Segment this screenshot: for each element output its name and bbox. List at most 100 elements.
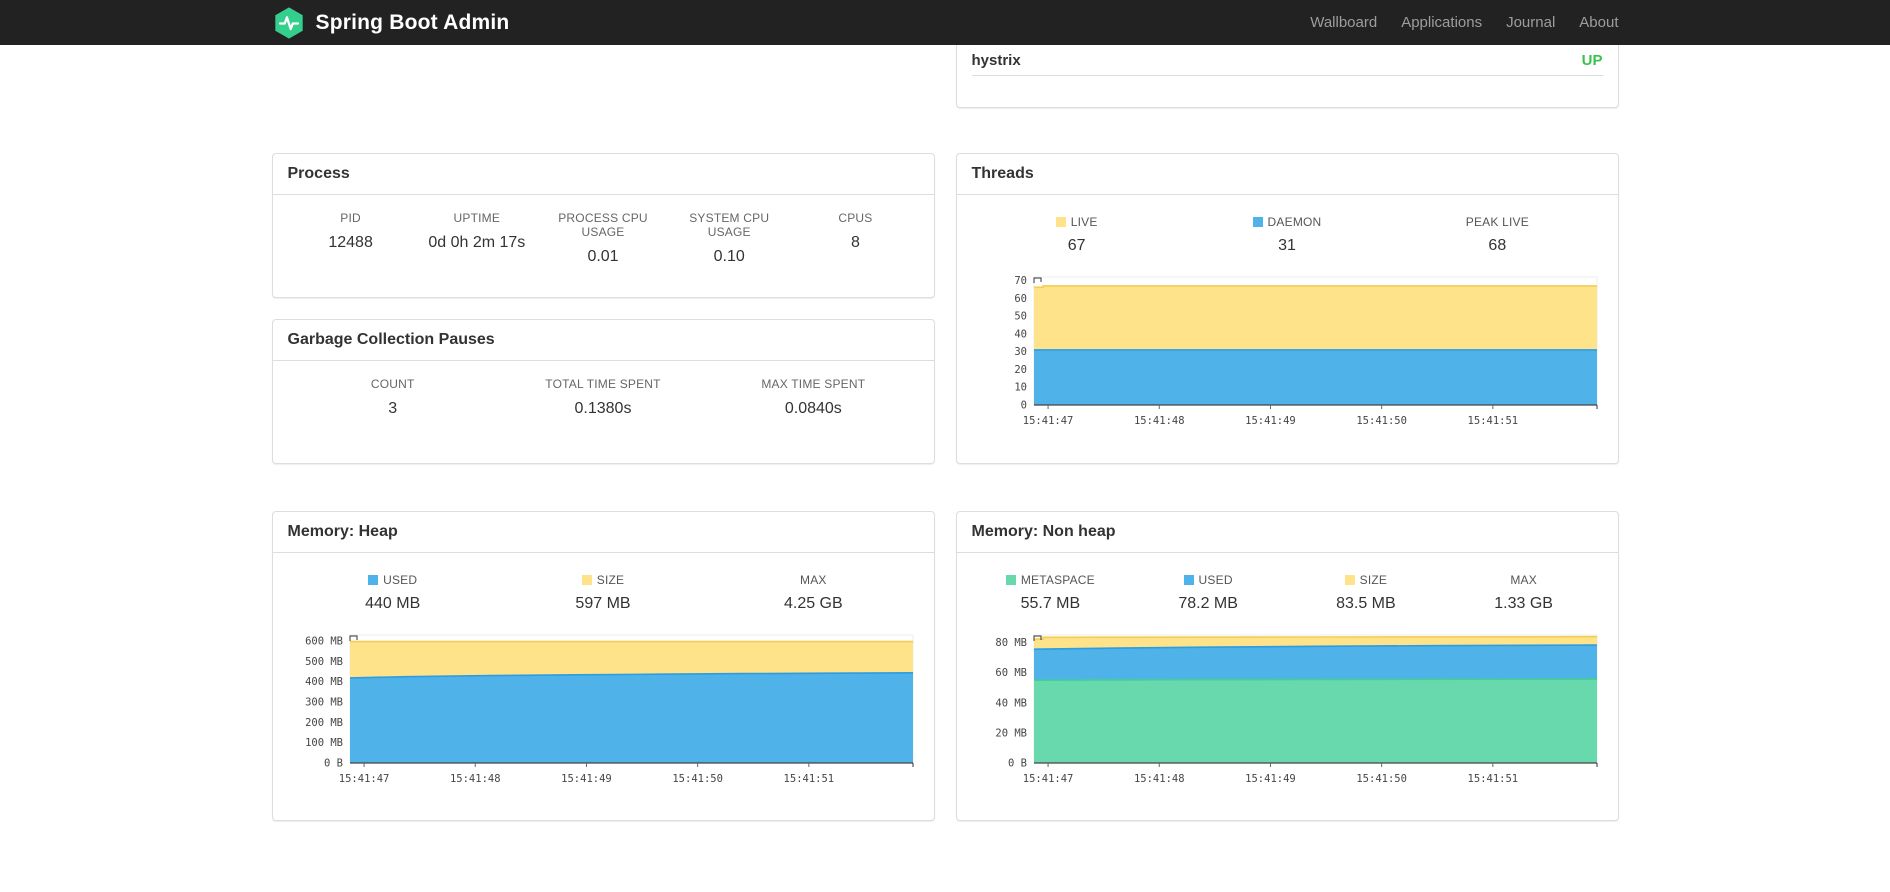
process-metrics: PID 12488 UPTIME 0d 0h 2m 17s PROCESS CP…	[288, 211, 919, 266]
svg-text:15:41:50: 15:41:50	[672, 773, 723, 785]
svg-text:15:41:48: 15:41:48	[449, 773, 500, 785]
application-row-hystrix[interactable]: hystrix UP	[957, 45, 1618, 75]
svg-text:30: 30	[1014, 346, 1027, 358]
navbar-menu: Wallboard Applications Journal About	[1298, 14, 1618, 31]
threads-legend: LIVE 67 DAEMON 31 PEAK LIVE 68	[972, 215, 1603, 265]
svg-text:40 MB: 40 MB	[995, 697, 1027, 709]
svg-text:0 B: 0 B	[324, 758, 343, 770]
metric-value: 12488	[328, 234, 373, 251]
svg-text:600 MB: 600 MB	[305, 636, 343, 648]
svg-text:50: 50	[1014, 311, 1027, 323]
svg-text:60: 60	[1014, 293, 1027, 305]
svg-text:15:41:49: 15:41:49	[1245, 415, 1296, 427]
svg-text:15:41:50: 15:41:50	[1356, 773, 1407, 785]
metric-label: TOTAL TIME SPENT	[545, 377, 661, 391]
legend-label: METASPACE	[1020, 573, 1095, 587]
legend-label: USED	[1198, 573, 1233, 587]
process-panel: Process PID 12488 UPTIME 0d 0h 2m 17s PR…	[271, 153, 935, 298]
spring-boot-admin-page: Spring Boot Admin Wallboard Applications…	[0, 0, 1890, 892]
memory-grid: Memory: Heap USED 440 MB SIZE 597 MB MAX	[271, 511, 1619, 821]
navbar: Spring Boot Admin Wallboard Applications…	[0, 0, 1890, 45]
gc-panel: Garbage Collection Pauses COUNT 3 TOTAL …	[271, 319, 935, 464]
metric-value: 0d 0h 2m 17s	[428, 234, 526, 251]
svg-text:15:41:48: 15:41:48	[1133, 415, 1184, 427]
threads-chart-svg: 0 10 20 30 40 50 60 70 15:41:47 15:41:48 15:41:49 1…	[1014, 275, 1597, 427]
legend-label: USED	[383, 573, 418, 587]
metric-label: MAX TIME SPENT	[761, 377, 866, 391]
status-badge: UP	[1581, 52, 1603, 69]
legend-metaspace: METASPACE 55.7 MB	[972, 573, 1130, 623]
nav-item-wallboard[interactable]: Wallboard	[1298, 14, 1389, 31]
legend-value: 31	[1278, 237, 1296, 254]
svg-text:60 MB: 60 MB	[995, 667, 1027, 679]
nav-item-about[interactable]: About	[1567, 14, 1618, 31]
metric-value: 0.01	[587, 248, 619, 265]
metric-process-cpu-usage: PROCESS CPU USAGE 0.01	[540, 211, 666, 266]
threads-panel-title: Threads	[956, 154, 1618, 195]
spring-boot-admin-logo-icon	[272, 6, 306, 40]
application-status-panel: hystrix UP	[955, 45, 1619, 108]
legend-value: 68	[1488, 237, 1507, 254]
svg-text:100 MB: 100 MB	[305, 737, 343, 749]
metric-label: SYSTEM CPU USAGE	[689, 211, 770, 239]
svg-text:200 MB: 200 MB	[305, 717, 343, 729]
legend-used: USED 440 MB	[288, 573, 498, 623]
svg-text:15:41:49: 15:41:49	[561, 773, 612, 785]
legend-value: 597 MB	[575, 595, 631, 612]
legend-label: SIZE	[1359, 573, 1388, 587]
gc-metrics: COUNT 3 TOTAL TIME SPENT 0.1380s MAX TIM…	[288, 377, 919, 418]
metric-value: 0.1380s	[574, 400, 632, 417]
legend-max: MAX 4.25 GB	[708, 573, 918, 623]
size-swatch	[1344, 575, 1355, 585]
legend-value: 78.2 MB	[1178, 595, 1238, 612]
legend-label: SIZE	[596, 573, 625, 587]
svg-text:40: 40	[1014, 328, 1027, 340]
live-swatch	[1055, 217, 1066, 227]
svg-text:300 MB: 300 MB	[305, 697, 343, 709]
svg-text:15:41:51: 15:41:51	[1467, 415, 1518, 427]
nav-item-journal[interactable]: Journal	[1494, 14, 1567, 31]
svg-text:15:41:49: 15:41:49	[1245, 773, 1296, 785]
svg-text:70: 70	[1014, 275, 1027, 287]
metric-total-time-spent: TOTAL TIME SPENT 0.1380s	[498, 377, 708, 418]
legend-value: 83.5 MB	[1336, 595, 1396, 612]
legend-daemon: DAEMON 31	[1182, 215, 1392, 265]
metaspace-swatch	[1005, 575, 1016, 585]
svg-text:15:41:47: 15:41:47	[1022, 415, 1073, 427]
svg-text:0: 0	[1020, 400, 1026, 412]
legend-label: MAX	[800, 573, 827, 587]
brand-link[interactable]: Spring Boot Admin	[272, 6, 510, 40]
svg-text:15:41:47: 15:41:47	[1022, 773, 1073, 785]
metric-max-time-spent: MAX TIME SPENT 0.0840s	[708, 377, 918, 418]
svg-text:500 MB: 500 MB	[305, 656, 343, 668]
svg-text:15:41:48: 15:41:48	[1133, 773, 1184, 785]
svg-text:20 MB: 20 MB	[995, 727, 1027, 739]
metric-label: CPUS	[838, 211, 873, 225]
legend-live: LIVE 67	[972, 215, 1182, 265]
memory-non-heap-chart: 0 B 20 MB 40 MB 60 MB 80 MB 15:41:47 15:41:48 1…	[972, 629, 1603, 792]
memory-non-heap-panel: Memory: Non heap METASPACE 55.7 MB USED …	[955, 511, 1619, 821]
memory-heap-panel: Memory: Heap USED 440 MB SIZE 597 MB MAX	[271, 511, 935, 821]
legend-label: DAEMON	[1267, 215, 1322, 229]
application-name: hystrix	[971, 52, 1021, 69]
metric-system-cpu-usage: SYSTEM CPU USAGE 0.10	[666, 211, 792, 266]
legend-value: 67	[1067, 237, 1086, 254]
daemon-swatch	[1252, 217, 1263, 227]
metric-label: PROCESS CPU USAGE	[558, 211, 648, 239]
legend-value: 440 MB	[365, 595, 421, 612]
svg-text:15:41:47: 15:41:47	[338, 773, 389, 785]
svg-text:15:41:51: 15:41:51	[783, 773, 834, 785]
metric-value: 0.0840s	[784, 400, 842, 417]
legend-value: 1.33 GB	[1494, 595, 1553, 612]
threads-chart: 0 10 20 30 40 50 60 70 15:41:47 15:41:48 15:41:49 1…	[972, 271, 1603, 434]
nav-item-applications[interactable]: Applications	[1389, 14, 1494, 31]
svg-text:15:41:51: 15:41:51	[1467, 773, 1518, 785]
svg-text:400 MB: 400 MB	[305, 676, 343, 688]
svg-text:0 B: 0 B	[1008, 758, 1027, 770]
row-divider	[971, 75, 1603, 76]
size-swatch	[581, 575, 592, 585]
metric-label: COUNT	[370, 377, 415, 391]
legend-peak-live: PEAK LIVE 68	[1392, 215, 1602, 265]
metric-pid: PID 12488	[288, 211, 414, 266]
legend-value: 4.25 GB	[783, 595, 843, 612]
